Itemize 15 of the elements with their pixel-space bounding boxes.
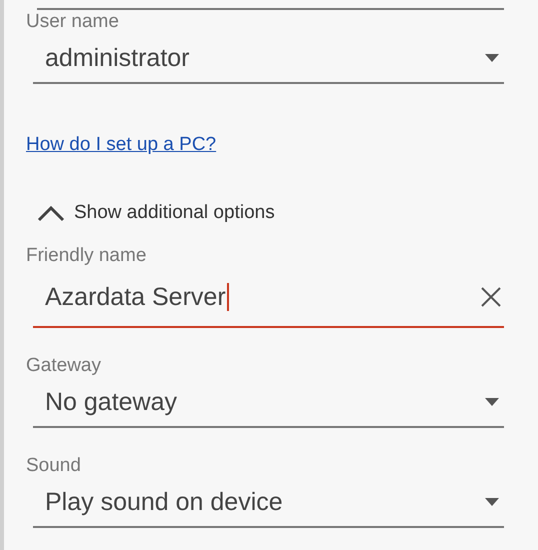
dropdown[interactable]: administrator <box>33 34 504 84</box>
help-link[interactable]: How do I set up a PC? <box>26 134 216 156</box>
field-label: Sound <box>26 454 82 478</box>
field-label: Gateway <box>26 354 102 378</box>
dropdown-arrow-icon <box>485 498 499 506</box>
dropdown-arrow-icon <box>485 398 499 406</box>
dropdown-arrow-icon <box>485 54 499 62</box>
chevron-icon <box>36 204 66 222</box>
clear-icon[interactable] <box>480 286 502 308</box>
additional-options-toggle[interactable]: Show additional options <box>36 202 275 224</box>
field-label: Friendly name <box>26 244 148 268</box>
dropdown[interactable]: Play sound on device <box>33 478 504 528</box>
field-label: User name <box>26 10 120 34</box>
text-field[interactable]: Azardata Server <box>33 268 504 328</box>
dropdown[interactable]: No gateway <box>33 378 504 428</box>
